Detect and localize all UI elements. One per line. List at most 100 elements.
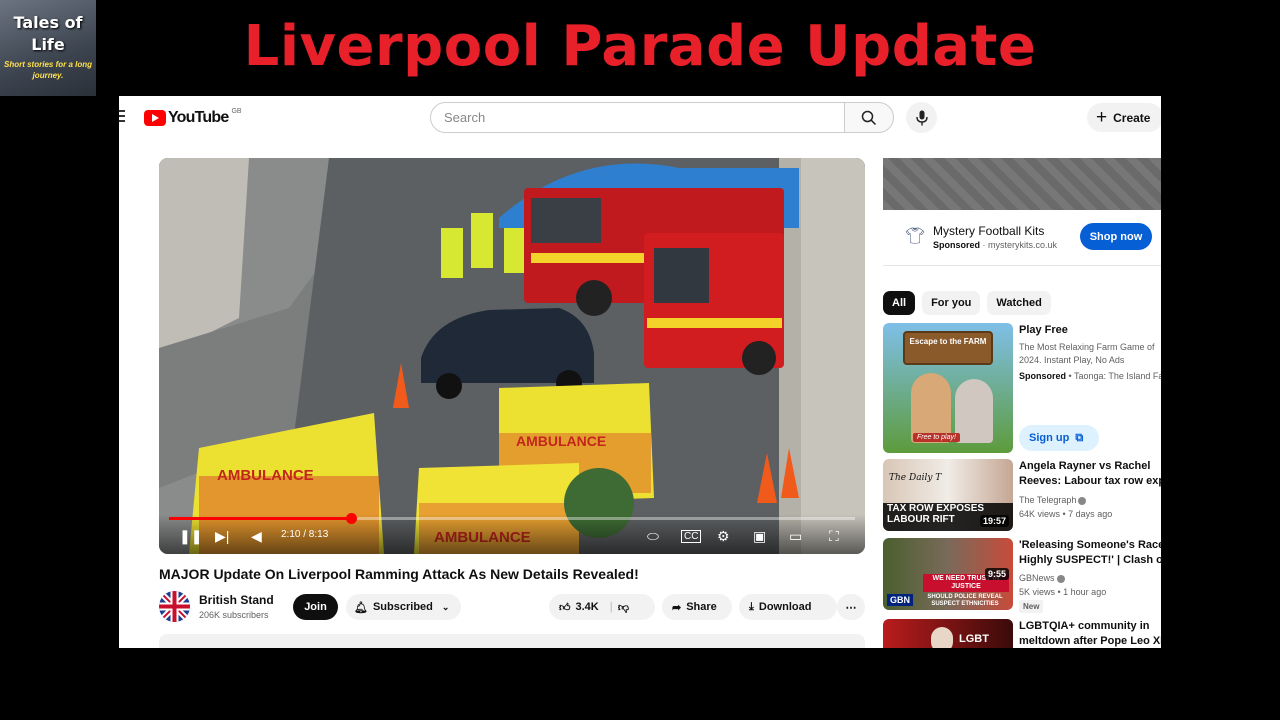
time-display: 2:10 / 8:13 bbox=[281, 529, 329, 540]
chip-for-you[interactable]: For you bbox=[922, 291, 981, 315]
share-label: Share bbox=[686, 601, 717, 613]
microphone-icon bbox=[915, 110, 928, 125]
thumbnail[interactable]: Escape to the FARM Free to play! bbox=[883, 323, 1013, 453]
search-button[interactable] bbox=[844, 102, 894, 133]
svg-text:AMBULANCE: AMBULANCE bbox=[217, 467, 314, 484]
more-actions-button[interactable]: ⋯ bbox=[837, 594, 865, 620]
video-player[interactable]: AMBULANCE AMBULANCE AMBULANCE ❚❚ ▶| ◀ 2:… bbox=[159, 158, 865, 554]
menu-icon[interactable] bbox=[119, 110, 125, 124]
filter-chips: All For you Watched bbox=[883, 291, 1051, 315]
farmer-figure bbox=[955, 379, 993, 443]
logo-title-line1: Tales of bbox=[13, 13, 83, 32]
dislike-icon[interactable]: 👎︎ bbox=[618, 601, 629, 614]
youtube-play-icon bbox=[144, 110, 166, 126]
channel-name[interactable]: British Stand bbox=[199, 593, 274, 607]
rec-advertiser: Taonga: The Island Fa bbox=[1074, 371, 1161, 381]
rec-channel-name: GBNews bbox=[1019, 573, 1055, 583]
video-title: MAJOR Update On Liverpool Ramming Attack… bbox=[159, 566, 639, 582]
captions-icon[interactable]: CC bbox=[681, 530, 702, 543]
ad-domain: mysterykits.co.uk bbox=[988, 240, 1058, 250]
recommendation-video[interactable]: LGBT LGBTQIA+ community in meltdown afte… bbox=[883, 619, 1161, 648]
region-code: GB bbox=[231, 107, 242, 115]
ad-card[interactable]: 👕︎ Mystery Football Kits Sponsored · mys… bbox=[883, 210, 1161, 266]
settings-icon[interactable]: ⚙ bbox=[717, 528, 730, 544]
download-label: Download bbox=[758, 601, 812, 613]
rec-sponsored: Sponsored bbox=[1019, 371, 1067, 381]
progress-fill bbox=[169, 517, 351, 520]
thumb-title: Escape to the FARM bbox=[903, 331, 993, 365]
logo-subtitle: Short stories for a long journey. bbox=[4, 60, 93, 80]
voice-search-button[interactable] bbox=[906, 102, 937, 133]
duration-badge: 19:57 bbox=[979, 515, 1009, 527]
ad-banner-image[interactable] bbox=[883, 158, 1161, 210]
next-icon[interactable]: ▶| bbox=[215, 528, 229, 544]
shop-now-button[interactable]: Shop now bbox=[1080, 223, 1152, 250]
youtube-logo[interactable]: YouTube GB bbox=[144, 107, 242, 127]
autoplay-toggle-icon[interactable]: ⬭ bbox=[647, 528, 659, 544]
recommendation-sponsored[interactable]: Escape to the FARM Free to play! Play Fr… bbox=[883, 323, 1161, 453]
theater-mode-icon[interactable]: ▭ bbox=[789, 528, 802, 544]
fullscreen-icon[interactable]: ⛶ bbox=[829, 528, 839, 544]
create-label: Create bbox=[1113, 110, 1151, 125]
ad-sponsored: Sponsored bbox=[933, 240, 981, 250]
external-link-icon: ⧉ bbox=[1075, 431, 1084, 444]
search-input[interactable]: Search bbox=[430, 102, 845, 133]
chevron-down-icon: ⌄ bbox=[441, 601, 450, 612]
subscribed-label: Subscribed bbox=[372, 601, 433, 613]
like-count[interactable]: 3.4K bbox=[576, 601, 599, 613]
rec-title: Angela Rayner vs Rachel bbox=[1019, 460, 1151, 472]
rec-meta: 5K views • 1 hour ago bbox=[1019, 587, 1107, 597]
download-button[interactable]: ⤓ Download bbox=[739, 594, 837, 620]
progress-scrubber[interactable] bbox=[345, 513, 357, 524]
like-icon[interactable]: 👍︎ bbox=[559, 601, 571, 614]
thumbnail[interactable]: The Daily T TAX ROW EXPOSES LABOUR RIFT … bbox=[883, 459, 1013, 531]
video-frame: AMBULANCE AMBULANCE AMBULANCE bbox=[159, 158, 865, 554]
download-icon: ⤓ bbox=[749, 600, 754, 613]
search-placeholder: Search bbox=[444, 110, 486, 125]
description-box[interactable] bbox=[159, 634, 865, 648]
miniplayer-icon[interactable]: ▣ bbox=[753, 528, 766, 544]
channel-logo: Tales of Life Short stories for a long j… bbox=[0, 0, 96, 96]
person-figure bbox=[931, 627, 953, 648]
join-button[interactable]: Join bbox=[293, 594, 338, 620]
create-button[interactable]: + Create bbox=[1087, 103, 1161, 132]
verified-icon bbox=[1078, 496, 1087, 505]
subscribed-button[interactable]: 🔔︎ Subscribed ⌄ bbox=[346, 594, 461, 620]
sign-up-label: Sign up bbox=[1029, 432, 1070, 444]
rec-title: 'Releasing Someone's Race is bbox=[1019, 539, 1161, 551]
thumbnail[interactable]: LGBT bbox=[883, 619, 1013, 648]
logo-title-line2: Life bbox=[31, 35, 65, 54]
more-icon: ⋯ bbox=[845, 601, 857, 614]
volume-icon[interactable]: ◀ bbox=[251, 528, 262, 544]
recommendation-video[interactable]: GBN WE NEED TRUST IN JUSTICE SHOULD POLI… bbox=[883, 538, 1161, 613]
rec-meta: Sponsored • Taonga: The Island Fa bbox=[1019, 370, 1161, 383]
svg-text:AMBULANCE: AMBULANCE bbox=[516, 433, 606, 449]
rec-channel-name: The Telegraph bbox=[1019, 495, 1077, 505]
share-button[interactable]: ➦ Share bbox=[662, 594, 732, 620]
plus-icon: + bbox=[1096, 107, 1108, 128]
thumb-text: LGBT bbox=[959, 633, 989, 645]
top-bar: YouTube GB Search + Create bbox=[119, 96, 1161, 140]
rec-title: Highly SUSPECT!' | Clash on... bbox=[1019, 554, 1161, 566]
chip-all[interactable]: All bbox=[883, 291, 916, 315]
chip-watched[interactable]: Watched bbox=[987, 291, 1051, 315]
screen: Tales of Life Short stories for a long j… bbox=[0, 0, 1280, 720]
progress-bar[interactable] bbox=[169, 513, 855, 524]
channel-avatar[interactable] bbox=[159, 591, 190, 622]
recommendation-video[interactable]: The Daily T TAX ROW EXPOSES LABOUR RIFT … bbox=[883, 459, 1161, 533]
duration-badge: 9:55 bbox=[984, 568, 1009, 580]
rec-meta: 64K views • 7 days ago bbox=[1019, 509, 1113, 519]
sign-up-button[interactable]: Sign up ⧉ bbox=[1019, 425, 1099, 451]
youtube-page: YouTube GB Search + Create AMBULANCE AMB… bbox=[119, 96, 1161, 648]
rec-title: Reeves: Labour tax row expos bbox=[1019, 475, 1161, 487]
rec-desc: The Most Relaxing Farm Game of bbox=[1019, 342, 1155, 352]
pause-icon[interactable]: ❚❚ bbox=[179, 528, 202, 544]
youtube-wordmark: YouTube bbox=[168, 109, 229, 126]
overlay-headline: Liverpool Parade Update bbox=[243, 14, 1037, 79]
rec-title: LGBTQIA+ community in bbox=[1019, 620, 1150, 632]
verified-icon bbox=[1056, 574, 1065, 583]
new-badge: New bbox=[1019, 600, 1044, 613]
ad-meta: Sponsored · mysterykits.co.uk bbox=[933, 240, 1058, 250]
thumbnail[interactable]: GBN WE NEED TRUST IN JUSTICE SHOULD POLI… bbox=[883, 538, 1013, 610]
rec-desc: 2024. Instant Play, No Ads bbox=[1019, 355, 1125, 365]
